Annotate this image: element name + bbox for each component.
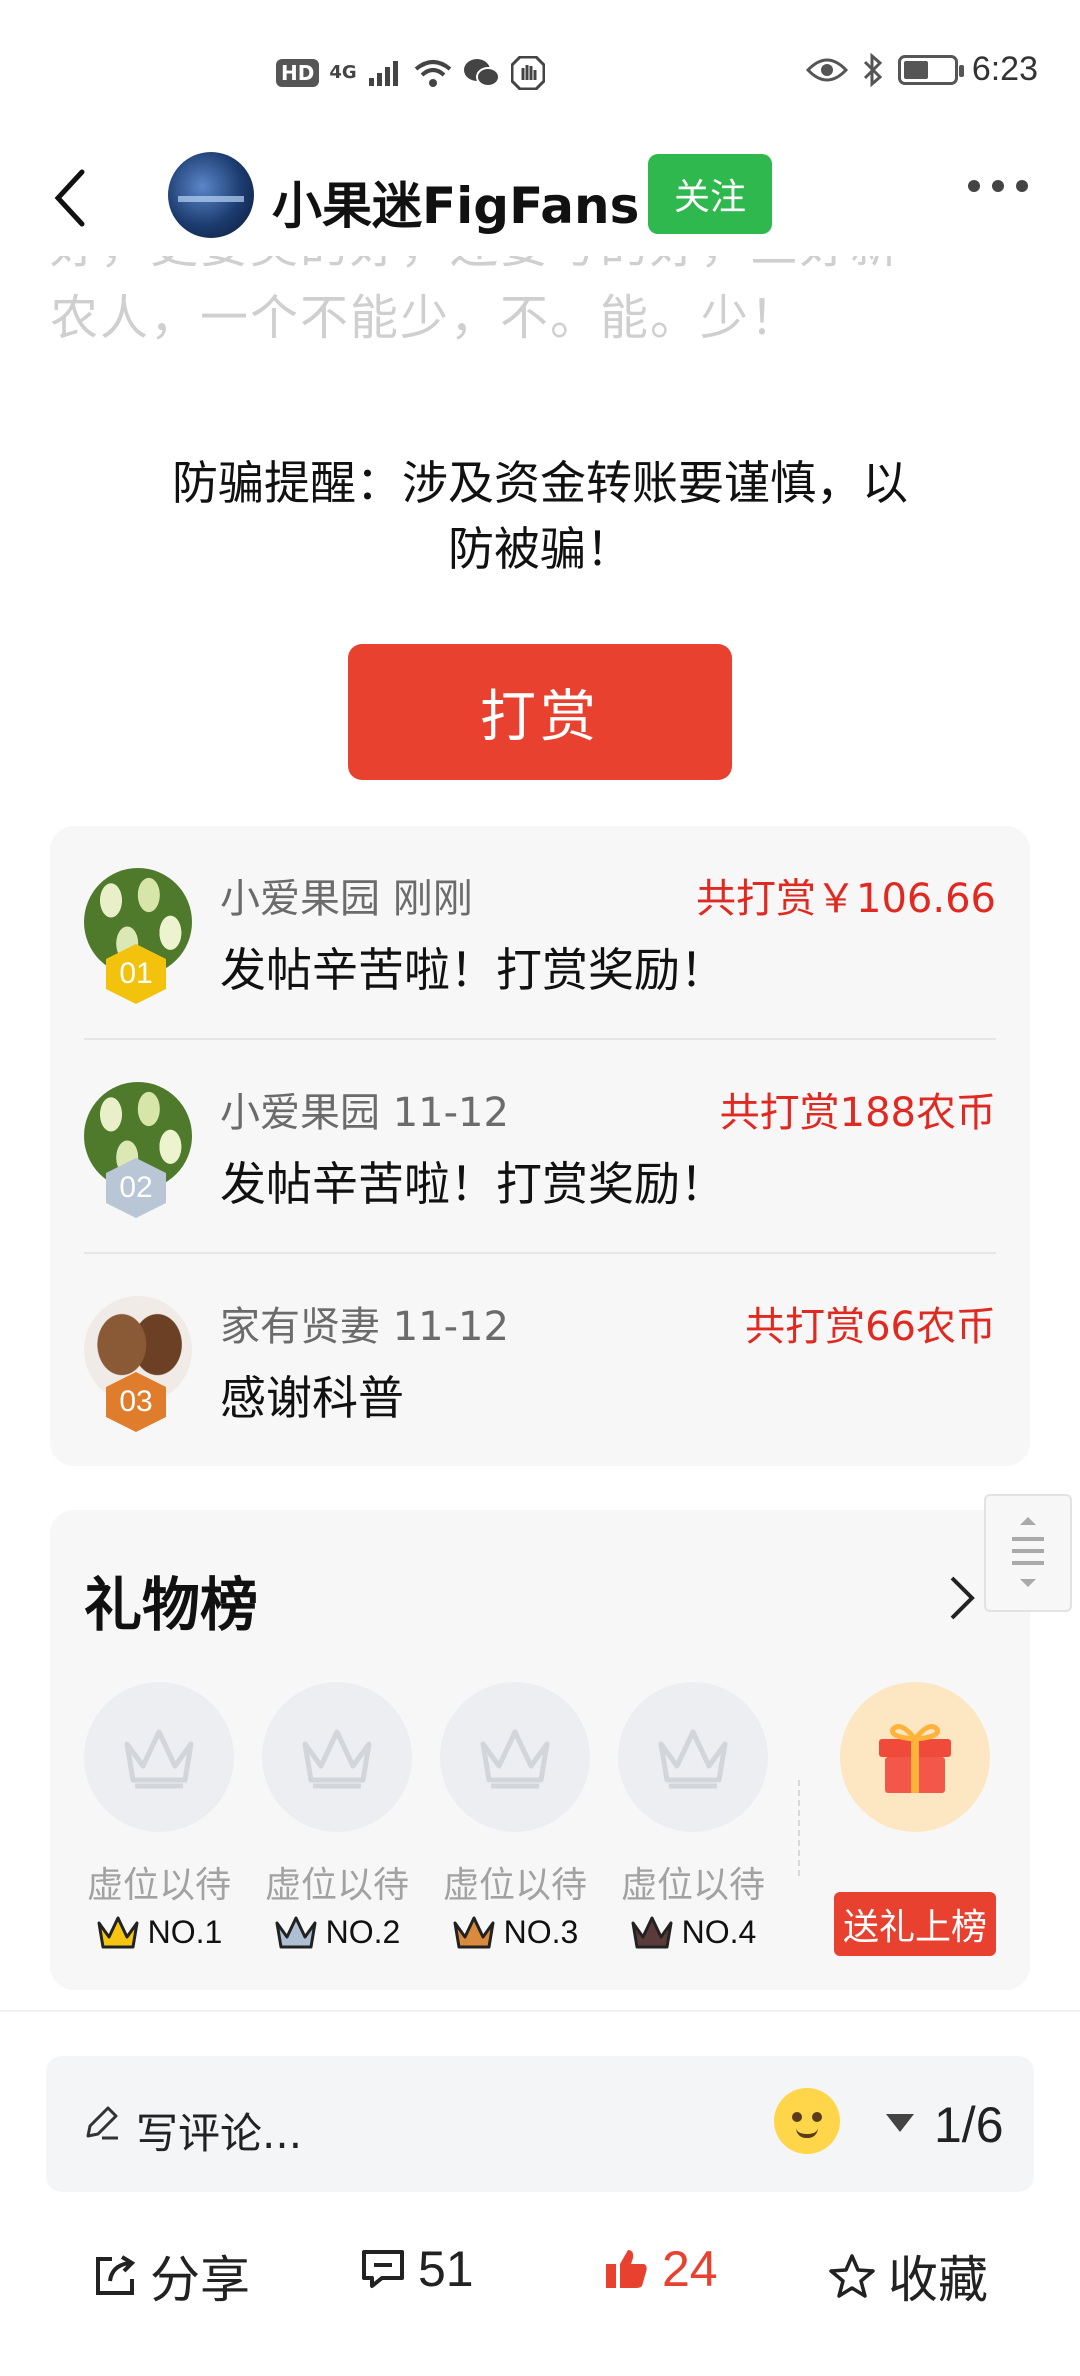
gift-slot-placeholder	[618, 1682, 768, 1832]
article-line: 农人，一个不能少，不。能。少！	[50, 290, 801, 346]
tip-amount: 共打赏￥106.66	[696, 876, 996, 922]
tipper-name-time: 小爱果园 11-12	[220, 1090, 509, 1136]
gift-slot-placeholder	[84, 1682, 234, 1832]
pen-icon	[86, 2106, 118, 2140]
gift-board-title[interactable]: 礼物榜	[84, 1558, 258, 1642]
tip-item[interactable]: 03 家有贤妻 11-12 共打赏66农币 感谢科普	[50, 1254, 1030, 1468]
tip-button[interactable]: 打赏	[348, 644, 732, 780]
gift-slot-placeholder	[440, 1682, 590, 1832]
gift-rank: NO.4	[618, 1914, 768, 1951]
gift-rank-label: NO.3	[503, 1914, 579, 1950]
network-type: 4G	[329, 62, 357, 83]
share-label: 分享	[150, 2251, 250, 2309]
favorite-button[interactable]: 收藏	[828, 2240, 988, 2312]
status-icons-left: HD 4G	[276, 56, 545, 90]
gift-slot-label: 虚位以待	[442, 1865, 587, 1906]
comment-input[interactable]: 写评论...	[136, 2100, 302, 2161]
gift-slot-label: 虚位以待	[86, 1865, 231, 1906]
gift-rank: NO.3	[440, 1914, 590, 1951]
comment-bar: 写评论... 1/6	[46, 2056, 1034, 2192]
comment-count: 51	[418, 2241, 474, 2297]
crown-silver-icon	[275, 1916, 317, 1948]
hd-badge: HD	[276, 59, 320, 87]
status-bar: HD 4G 6:23	[0, 0, 1080, 140]
tip-message: 感谢科普	[220, 1371, 404, 1425]
like-count: 24	[662, 2241, 718, 2297]
tipper-name-time: 家有贤妻 11-12	[220, 1304, 509, 1350]
favorite-label: 收藏	[888, 2251, 988, 2309]
article-content: 好，更要奖的好，还要写的好，三好新 农人，一个不能少，不。能。少！	[0, 256, 1080, 406]
wechat-icon	[463, 59, 500, 87]
gift-rank: NO.2	[262, 1914, 412, 1951]
gift-rank-label: NO.4	[681, 1914, 757, 1950]
gift-slot[interactable]: 虚位以待 NO.2	[262, 1682, 412, 1950]
crown-outline-icon	[658, 1729, 728, 1789]
battery-icon	[897, 54, 964, 85]
follow-button[interactable]: 关注	[648, 154, 772, 234]
chevron-right-icon[interactable]	[942, 1570, 982, 1626]
tip-item[interactable]: 01 小爱果园 刚刚 共打赏￥106.66 发帖辛苦啦！打赏奖励！	[50, 826, 1030, 1040]
action-bar: 分享 51 24 收藏	[0, 2220, 1080, 2340]
tipper-name-time: 小爱果园 刚刚	[220, 876, 473, 922]
tip-item[interactable]: 02 小爱果园 11-12 共打赏188农币 发帖辛苦啦！打赏奖励！	[50, 1040, 1030, 1254]
gift-slot-placeholder	[262, 1682, 412, 1832]
page-indicator[interactable]: 1/6	[934, 2096, 1004, 2154]
gift-rank: NO.1	[84, 1914, 234, 1951]
eye-icon	[805, 58, 848, 81]
scroll-to-top-button[interactable]	[984, 1494, 1072, 1612]
comments-button[interactable]: 51	[360, 2240, 474, 2298]
clock: 6:23	[971, 50, 1038, 88]
tip-amount: 共打赏66农币	[745, 1304, 996, 1350]
fraud-warning-line: 防骗提醒：涉及资金转账要谨慎，以	[172, 456, 908, 510]
gift-slot[interactable]: 虚位以待 NO.1	[84, 1682, 234, 1950]
signal-icon	[368, 61, 398, 86]
more-options-icon[interactable]	[968, 180, 1028, 192]
author-name[interactable]: 小果迷FigFans	[272, 166, 639, 238]
thumbs-up-icon	[606, 2250, 647, 2288]
emoji-icon[interactable]	[774, 2088, 840, 2154]
divider	[798, 1780, 800, 1876]
author-avatar[interactable]	[168, 152, 254, 238]
comment-icon	[362, 2250, 404, 2288]
crown-outline-icon	[302, 1729, 372, 1789]
article-line: 好，更要奖的好，还要写的好，三好新	[50, 256, 1040, 282]
status-icons-right: 6:23	[805, 50, 1038, 89]
back-button[interactable]	[40, 166, 100, 230]
star-icon	[829, 2254, 875, 2298]
gift-slot-label: 虚位以待	[264, 1865, 409, 1906]
gift-rank-label: NO.2	[325, 1914, 401, 1950]
post-header: 小果迷FigFans 关注	[0, 140, 1080, 256]
crown-outline-icon	[124, 1729, 194, 1789]
send-gift-button[interactable]: 送礼上榜	[834, 1892, 996, 1956]
hand-icon	[510, 56, 545, 90]
gift-rank-label: NO.1	[147, 1914, 223, 1950]
back-arrow-icon	[54, 169, 85, 227]
share-button[interactable]: 分享	[92, 2240, 250, 2312]
crown-dark-icon	[631, 1916, 673, 1948]
crown-outline-icon	[480, 1729, 550, 1789]
wifi-icon	[414, 60, 451, 87]
page-dropdown-icon[interactable]	[886, 2114, 914, 2132]
divider	[0, 2010, 1080, 2012]
gift-slot-label: 虚位以待	[620, 1865, 765, 1906]
tips-list: 01 小爱果园 刚刚 共打赏￥106.66 发帖辛苦啦！打赏奖励！ 02 小爱果…	[50, 826, 1030, 1466]
tip-message: 发帖辛苦啦！打赏奖励！	[220, 1157, 726, 1211]
bluetooth-icon	[863, 52, 883, 87]
like-button[interactable]: 24	[604, 2240, 718, 2298]
gift-box-button[interactable]	[840, 1682, 990, 1832]
gift-slot[interactable]: 虚位以待 NO.3	[440, 1682, 590, 1950]
gift-board: 礼物榜 虚位以待 NO.1 虚位以待 NO.2 虚位以待 NO.3 虚位以待 N…	[50, 1510, 1030, 1990]
gift-icon	[879, 1724, 951, 1793]
fraud-warning-line: 防被骗！	[448, 522, 632, 576]
tip-amount: 共打赏188农币	[719, 1090, 996, 1136]
share-icon	[96, 2255, 136, 2295]
crown-bronze-icon	[453, 1916, 495, 1948]
crown-gold-icon	[97, 1916, 139, 1948]
tip-message: 发帖辛苦啦！打赏奖励！	[220, 943, 726, 997]
scroll-arrows-icon	[1012, 1517, 1044, 1587]
fraud-warning: 防骗提醒：涉及资金转账要谨慎，以 防被骗！	[100, 450, 980, 582]
gift-slot[interactable]: 虚位以待 NO.4	[618, 1682, 768, 1950]
battery-level	[903, 60, 928, 79]
